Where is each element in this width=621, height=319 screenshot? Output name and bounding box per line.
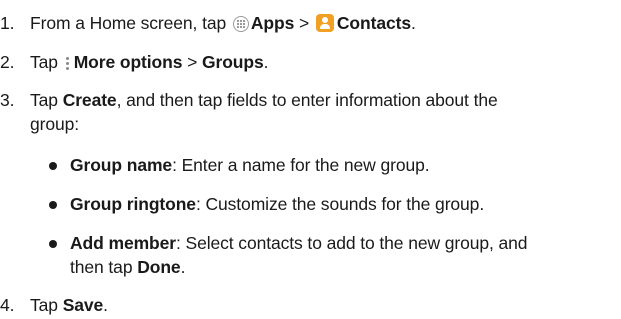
step-number: 4. bbox=[0, 295, 15, 315]
done-label: Done bbox=[137, 257, 181, 277]
more-options-label: More options bbox=[73, 52, 183, 72]
step-text: Tap bbox=[30, 90, 58, 110]
step-text: Tap bbox=[30, 52, 58, 72]
step-number: 3. bbox=[0, 90, 15, 110]
period: . bbox=[180, 257, 186, 277]
bullet-icon bbox=[49, 162, 57, 170]
contacts-label: Contacts bbox=[336, 13, 411, 33]
step-number: 2. bbox=[0, 52, 15, 72]
sub-item-bold: Group name bbox=[70, 155, 173, 175]
more-options-icon bbox=[65, 55, 71, 71]
sub-item-add-member: Add member: Select contacts to add to th… bbox=[70, 232, 528, 254]
step-text-wrap: group: bbox=[30, 114, 80, 134]
step-3: 3. Tap Create, and then tap fields to en… bbox=[0, 89, 498, 111]
apps-label: Apps bbox=[250, 13, 295, 33]
step-text-cont: , and then tap fields to enter informati… bbox=[116, 90, 498, 110]
sub-item-text: : Enter a name for the new group. bbox=[172, 155, 430, 175]
period: . bbox=[263, 52, 269, 72]
step-3-wrap: group: bbox=[30, 113, 79, 135]
sub-item-group-ringtone: Group ringtone: Customize the sounds for… bbox=[70, 193, 484, 215]
period: . bbox=[103, 295, 108, 315]
save-label: Save bbox=[62, 295, 104, 315]
sub-item-text: : Select contacts to add to the new grou… bbox=[175, 233, 528, 253]
sub-item-bold: Add member bbox=[70, 233, 176, 253]
sub-item-text: : Customize the sounds for the group. bbox=[195, 194, 485, 214]
separator: > bbox=[299, 13, 310, 33]
separator: > bbox=[187, 52, 198, 72]
sub-item-add-member-wrap: then tap Done. bbox=[70, 256, 185, 278]
groups-label: Groups bbox=[202, 52, 264, 72]
bullet-icon bbox=[49, 240, 57, 248]
step-2: 2. Tap More options > Groups. bbox=[0, 51, 268, 73]
bullet-icon bbox=[49, 201, 57, 209]
sub-item-group-name: Group name: Enter a name for the new gro… bbox=[70, 154, 430, 176]
step-text: Tap bbox=[30, 295, 58, 315]
contacts-icon bbox=[315, 14, 334, 32]
instructions-document: 1. From a Home screen, tap Apps > Contac… bbox=[0, 0, 621, 319]
period: . bbox=[410, 13, 416, 33]
step-1: 1. From a Home screen, tap Apps > Contac… bbox=[0, 12, 416, 34]
step-number: 1. bbox=[0, 13, 15, 33]
step-text: From a Home screen, tap bbox=[30, 13, 227, 33]
sub-item-bold: Group ringtone bbox=[70, 194, 196, 214]
sub-item-text: then tap bbox=[70, 257, 133, 277]
apps-icon bbox=[232, 16, 249, 32]
create-label: Create bbox=[62, 90, 117, 110]
step-4: 4. Tap Save. bbox=[0, 294, 108, 316]
